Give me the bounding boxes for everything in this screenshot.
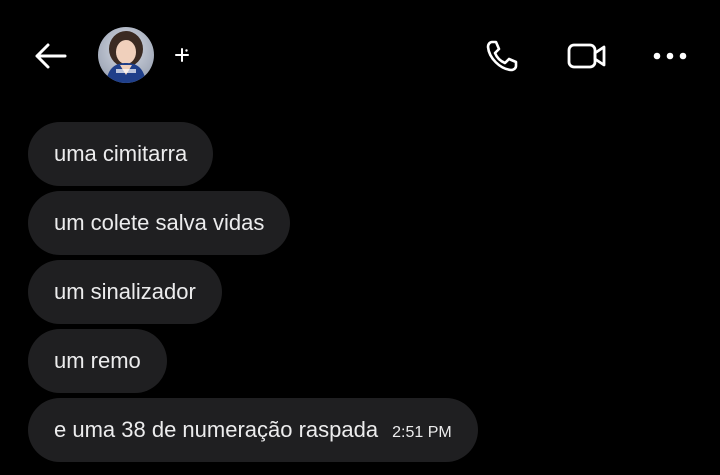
message-list: uma cimitarra um colete salva vidas um s… [28,122,688,467]
back-button[interactable] [28,34,72,78]
more-horizontal-icon [653,52,687,60]
sparkle-icon [175,48,189,62]
message-text: um sinalizador [54,279,196,304]
phone-icon [486,40,518,72]
video-camera-icon [567,43,606,69]
avatar[interactable] [98,27,154,83]
more-options-button[interactable] [648,34,692,78]
message-bubble[interactable]: um colete salva vidas [28,191,291,255]
message-bubble[interactable]: um remo [28,329,167,393]
message-bubble[interactable]: e uma 38 de numeração raspada 2:51 PM [28,398,478,462]
message-text: um colete salva vidas [54,210,265,235]
message-timestamp: 2:51 PM [392,424,452,441]
message-bubble[interactable]: uma cimitarra [28,122,214,186]
sparkle-button[interactable] [170,43,194,67]
message-text: um remo [54,348,141,373]
arrow-left-icon [35,43,67,69]
message-bubble[interactable]: um sinalizador [28,260,222,324]
message-text: e uma 38 de numeração raspada [54,417,379,442]
chat-header [0,0,720,110]
profile-photo [98,27,154,83]
message-text: uma cimitarra [54,141,188,166]
voice-call-button[interactable] [480,34,524,78]
video-call-button[interactable] [564,34,610,78]
